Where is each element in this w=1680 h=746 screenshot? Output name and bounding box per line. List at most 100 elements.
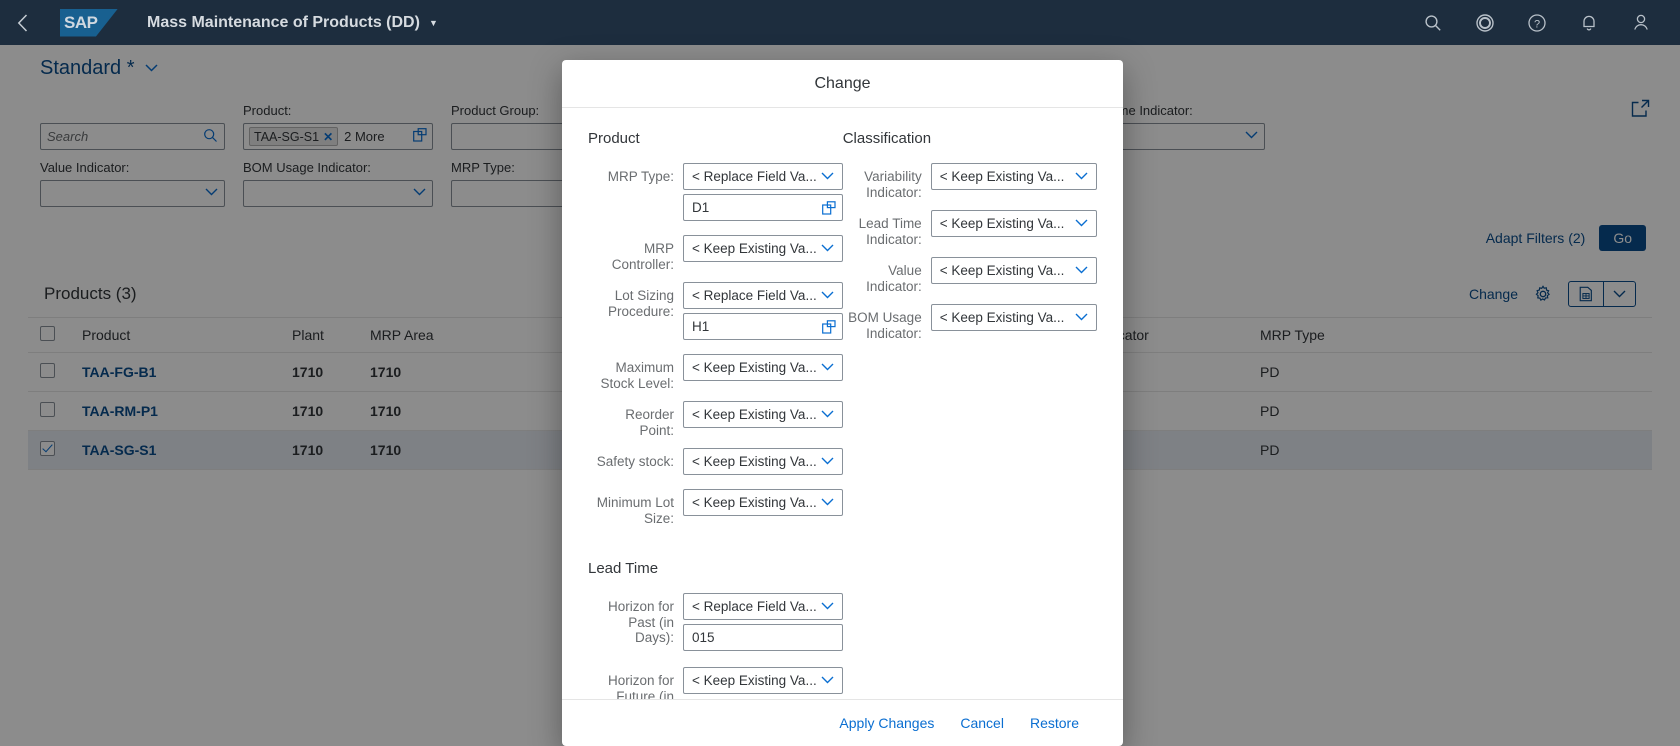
user-icon[interactable]	[1622, 0, 1660, 45]
svg-text:?: ?	[1534, 18, 1540, 30]
field-mrp-controller-label: MRP Controller:	[611, 241, 674, 272]
field-minimum-lot-size-label: Minimum Lot Size:	[596, 495, 674, 526]
field-horizon-future-select[interactable]: < Keep Existing Va...	[683, 667, 843, 694]
chevron-down-icon[interactable]	[817, 171, 838, 183]
field-horizon-past-label: Horizon for Past (in Days):	[607, 599, 674, 645]
field-variability-indicator-select-value: < Keep Existing Va...	[939, 169, 1065, 184]
dialog-footer: Apply Changes Cancel Restore	[562, 699, 1123, 746]
field-variability-indicator: Variability Indicator: < Keep Existing V…	[843, 163, 1097, 200]
field-variability-indicator-label: Variability Indicator:	[864, 169, 922, 200]
field-lead-time-indicator: Lead Time Indicator: < Keep Existing Va.…	[843, 210, 1097, 247]
chevron-down-icon[interactable]	[817, 290, 838, 302]
field-reorder-point-select-value: < Keep Existing Va...	[692, 407, 817, 422]
notifications-icon[interactable]	[1570, 0, 1608, 45]
field-bom-usage-indicator-select[interactable]: < Keep Existing Va...	[930, 304, 1097, 331]
dialog-body: Product MRP Type: < Replace Field Va... …	[562, 108, 1123, 699]
field-mrp-controller-select[interactable]: < Keep Existing Va...	[683, 235, 843, 262]
field-minimum-lot-size: Minimum Lot Size: < Keep Existing Va...	[588, 489, 843, 526]
field-safety-stock-label: Safety stock:	[596, 454, 674, 469]
apply-changes-button[interactable]: Apply Changes	[839, 715, 934, 731]
chevron-down-icon: ▼	[428, 17, 438, 28]
field-mrp-type-label: MRP Type:	[607, 169, 674, 184]
product-section-heading: Product	[588, 130, 640, 147]
value-help-icon[interactable]	[821, 319, 836, 334]
chevron-down-icon[interactable]	[817, 409, 838, 421]
field-lead-time-indicator-select[interactable]: < Keep Existing Va...	[930, 210, 1097, 237]
product-section: Product MRP Type: < Replace Field Va... …	[588, 130, 843, 699]
back-button[interactable]	[0, 0, 44, 45]
field-lot-sizing-procedure-select-value: < Replace Field Va...	[692, 288, 817, 303]
field-lead-time-indicator-label: Lead Time Indicator:	[858, 216, 922, 247]
cancel-button[interactable]: Cancel	[960, 715, 1004, 731]
shell-icon-group: ?	[1414, 0, 1680, 45]
chevron-down-icon[interactable]	[1071, 265, 1092, 277]
field-lot-sizing-procedure-input-value: H1	[692, 319, 710, 334]
field-maximum-stock-level: Maximum Stock Level: < Keep Existing Va.…	[588, 354, 843, 391]
field-horizon-future-select-value: < Keep Existing Va...	[692, 673, 817, 688]
field-reorder-point-label: Reorder Point:	[625, 407, 674, 438]
field-horizon-past-input-value: 015	[692, 630, 715, 645]
field-horizon-future-label: Horizon for Future (in Days):	[607, 673, 674, 699]
field-minimum-lot-size-select[interactable]: < Keep Existing Va...	[683, 489, 843, 516]
field-reorder-point-select[interactable]: < Keep Existing Va...	[683, 401, 843, 428]
field-bom-usage-indicator-label: BOM Usage Indicator:	[848, 310, 922, 341]
field-maximum-stock-level-label: Maximum Stock Level:	[600, 360, 674, 391]
field-safety-stock-select-value: < Keep Existing Va...	[692, 454, 817, 469]
chevron-down-icon[interactable]	[817, 497, 838, 509]
change-dialog: Change Product MRP Type: < Replace Field…	[562, 60, 1123, 746]
field-lot-sizing-procedure-select[interactable]: < Replace Field Va...	[683, 282, 843, 309]
lead-time-section-heading: Lead Time	[588, 560, 659, 577]
field-safety-stock-select[interactable]: < Keep Existing Va...	[683, 448, 843, 475]
chevron-down-icon[interactable]	[817, 243, 838, 255]
field-mrp-controller-select-value: < Keep Existing Va...	[692, 241, 817, 256]
dialog-title: Change	[814, 74, 871, 92]
field-mrp-type-select-value: < Replace Field Va...	[692, 169, 817, 184]
field-horizon-past-input[interactable]: 015	[683, 624, 843, 651]
chevron-down-icon[interactable]	[817, 456, 838, 468]
field-reorder-point: Reorder Point: < Keep Existing Va...	[588, 401, 843, 438]
field-bom-usage-indicator: BOM Usage Indicator: < Keep Existing Va.…	[843, 304, 1097, 341]
field-maximum-stock-level-select[interactable]: < Keep Existing Va...	[683, 354, 843, 381]
field-mrp-controller: MRP Controller: < Keep Existing Va...	[588, 235, 843, 272]
field-horizon-past: Horizon for Past (in Days): < Replace Fi…	[588, 593, 843, 651]
field-maximum-stock-level-select-value: < Keep Existing Va...	[692, 360, 817, 375]
field-value-indicator-select-value: < Keep Existing Va...	[939, 263, 1065, 278]
classification-section-heading: Classification	[842, 130, 932, 147]
field-lot-sizing-procedure-input[interactable]: H1	[683, 313, 843, 340]
value-help-icon[interactable]	[821, 200, 836, 215]
chevron-down-icon[interactable]	[817, 362, 838, 374]
field-bom-usage-indicator-select-value: < Keep Existing Va...	[939, 310, 1065, 325]
sap-logo-text: SAP	[64, 12, 98, 32]
search-icon[interactable]	[1414, 0, 1452, 45]
restore-button[interactable]: Restore	[1030, 715, 1079, 731]
field-mrp-type-input[interactable]: D1	[683, 194, 843, 221]
field-mrp-type-input-value: D1	[692, 200, 710, 215]
field-mrp-type-select[interactable]: < Replace Field Va...	[683, 163, 843, 190]
field-horizon-past-select-value: < Replace Field Va...	[692, 599, 817, 614]
help-icon[interactable]: ?	[1518, 0, 1556, 45]
chevron-down-icon[interactable]	[1071, 218, 1092, 230]
shell-header: SAP Mass Maintenance of Products (DD) ▼ …	[0, 0, 1680, 45]
chevron-down-icon[interactable]	[1071, 171, 1092, 183]
field-horizon-future: Horizon for Future (in Days): < Keep Exi…	[588, 667, 843, 699]
chevron-down-icon[interactable]	[1071, 312, 1092, 324]
field-safety-stock: Safety stock: < Keep Existing Va...	[588, 448, 843, 475]
field-value-indicator-select[interactable]: < Keep Existing Va...	[930, 257, 1097, 284]
field-lot-sizing-procedure: Lot Sizing Procedure: < Replace Field Va…	[588, 282, 843, 340]
field-value-indicator-label: Value Indicator:	[866, 263, 922, 294]
field-variability-indicator-select[interactable]: < Keep Existing Va...	[930, 163, 1097, 190]
dialog-header: Change	[562, 60, 1123, 108]
sap-logo[interactable]: SAP	[60, 8, 118, 37]
field-horizon-past-select[interactable]: < Replace Field Va...	[683, 593, 843, 620]
app-title-text: Mass Maintenance of Products (DD)	[147, 13, 420, 31]
chevron-down-icon[interactable]	[817, 601, 838, 613]
chevron-left-icon	[17, 13, 28, 32]
app-title[interactable]: Mass Maintenance of Products (DD) ▼	[147, 14, 438, 32]
field-mrp-type: MRP Type: < Replace Field Va... D1	[588, 163, 843, 221]
field-value-indicator: Value Indicator: < Keep Existing Va...	[843, 257, 1097, 294]
chevron-down-icon[interactable]	[817, 675, 838, 687]
field-lot-sizing-procedure-label: Lot Sizing Procedure:	[607, 288, 674, 319]
classification-section: Classification Variability Indicator: < …	[843, 130, 1097, 699]
copilot-icon[interactable]	[1466, 0, 1504, 45]
field-lead-time-indicator-select-value: < Keep Existing Va...	[939, 216, 1065, 231]
